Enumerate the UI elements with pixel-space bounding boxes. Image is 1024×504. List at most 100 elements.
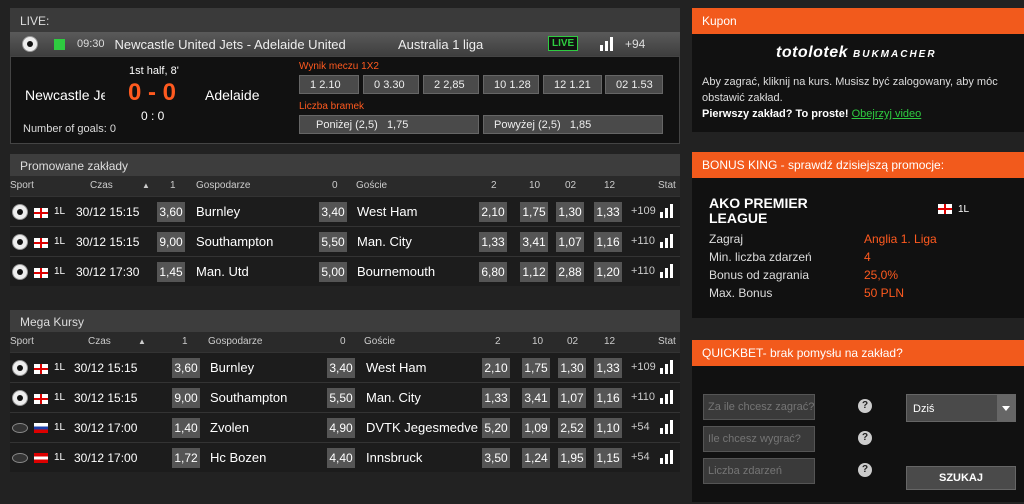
table-row[interactable]: 1L 30/12 17:30 1,45 5,00 6,80 1,12 2,88 1,20 Man…: [10, 256, 680, 286]
odd-cell-o0[interactable]: 4,40: [327, 448, 355, 468]
odd-cell-o0[interactable]: 3,40: [327, 358, 355, 378]
odd-button-02[interactable]: 02 1.53: [605, 75, 663, 94]
odd-cell-o2[interactable]: 5,20: [482, 418, 510, 438]
more-markets-count[interactable]: +54: [631, 421, 650, 433]
odd-cell-o1[interactable]: 1,72: [172, 448, 200, 468]
help-icon[interactable]: ?: [858, 399, 872, 413]
more-markets-count[interactable]: +54: [631, 451, 650, 463]
football-icon: [12, 204, 28, 220]
search-button[interactable]: SZUKAJ: [906, 466, 1016, 490]
sort-icon[interactable]: ▲: [142, 181, 150, 190]
odd-cell-o1[interactable]: 9,00: [172, 388, 200, 408]
under-button[interactable]: Poniżej (2,5) 1,75: [299, 115, 479, 134]
over-button[interactable]: Powyżej (2,5) 1,85: [483, 115, 663, 134]
col-czas[interactable]: Czas: [88, 336, 111, 347]
odd-cell-o12[interactable]: 1,15: [594, 448, 622, 468]
odd-cell-o10[interactable]: 3,41: [522, 388, 550, 408]
odd-cell-o1[interactable]: 9,00: [157, 232, 185, 252]
odd-cell-o10[interactable]: 1,09: [522, 418, 550, 438]
table-row[interactable]: 1L 30/12 15:15 9,00 5,50 1,33 3,41 1,07 1,16 Sou…: [10, 226, 680, 256]
odd-cell-o10[interactable]: 1,75: [520, 202, 548, 222]
odd-cell-o02[interactable]: 2,88: [556, 262, 584, 282]
stats-icon[interactable]: [660, 360, 673, 374]
bonus-label: Max. Bonus: [709, 286, 773, 300]
stats-icon[interactable]: [600, 37, 613, 51]
odd-cell-o02[interactable]: 1,95: [558, 448, 586, 468]
odd-button-2[interactable]: 2 2,85: [423, 75, 479, 94]
events-input[interactable]: [703, 458, 815, 484]
odd-cell-o1[interactable]: 1,45: [157, 262, 185, 282]
odd-cell-o0[interactable]: 5,50: [319, 232, 347, 252]
odd-cell-o0[interactable]: 4,90: [327, 418, 355, 438]
more-markets-count[interactable]: +109: [631, 205, 656, 217]
stats-icon[interactable]: [660, 420, 673, 434]
home-team: Newcastle Jets: [25, 87, 105, 103]
col-czas[interactable]: Czas: [90, 180, 113, 191]
odd-cell-o2[interactable]: 1,33: [482, 388, 510, 408]
odd-cell-o12[interactable]: 1,33: [594, 358, 622, 378]
win-input[interactable]: [703, 426, 815, 452]
odd-cell-o10[interactable]: 1,24: [522, 448, 550, 468]
odd-button-0[interactable]: 0 3.30: [363, 75, 419, 94]
odd-cell-o02[interactable]: 1,07: [558, 388, 586, 408]
more-markets-count[interactable]: +110: [631, 235, 655, 247]
first-bet-text: Pierwszy zakład? To proste!: [702, 108, 849, 120]
stats-icon[interactable]: [660, 204, 673, 218]
more-markets-count[interactable]: +109: [631, 361, 656, 373]
odd-cell-o2[interactable]: 6,80: [479, 262, 507, 282]
more-markets-count[interactable]: +94: [625, 37, 645, 51]
odd-button-10[interactable]: 10 1.28: [483, 75, 539, 94]
league-label: 1L: [54, 392, 66, 403]
stats-icon[interactable]: [660, 390, 673, 404]
odd-cell-o1[interactable]: 3,60: [157, 202, 185, 222]
stake-input[interactable]: [703, 394, 815, 420]
mega-rows: 1L 30/12 15:15 3,60 3,40 2,10 1,75 1,30 1,33 Bur…: [10, 352, 680, 472]
chevron-down-icon[interactable]: [997, 395, 1015, 421]
more-markets-count[interactable]: +110: [631, 391, 655, 403]
odd-cell-o0[interactable]: 3,40: [319, 202, 347, 222]
wynik-label: Wynik meczu 1X2: [299, 61, 379, 72]
live-match-title[interactable]: Newcastle United Jets - Adelaide United: [115, 37, 346, 52]
odd-cell-o12[interactable]: 1,20: [594, 262, 622, 282]
help-icon[interactable]: ?: [858, 463, 872, 477]
odd-cell-o2[interactable]: 1,33: [479, 232, 507, 252]
live-match-row[interactable]: 09:30 Newcastle United Jets - Adelaide U…: [10, 32, 680, 56]
match-score: 0 - 0: [128, 79, 177, 106]
table-row[interactable]: 1L 30/12 15:15 3,60 3,40 2,10 1,75 1,30 1,33 Bur…: [10, 352, 680, 382]
stats-icon[interactable]: [660, 234, 673, 248]
sort-icon[interactable]: ▲: [138, 337, 146, 346]
table-row[interactable]: 1L 30/12 17:00 1,40 4,90 5,20 1,09 2,52 1,10 Zvo…: [10, 412, 680, 442]
odd-cell-o12[interactable]: 1,16: [594, 232, 622, 252]
odd-cell-o02[interactable]: 1,30: [556, 202, 584, 222]
table-row[interactable]: 1L 30/12 17:00 1,72 4,40 3,50 1,24 1,95 1,15 Hc …: [10, 442, 680, 472]
odd-cell-o12[interactable]: 1,16: [594, 388, 622, 408]
period-select[interactable]: Dziś: [906, 394, 1016, 422]
video-link[interactable]: Obejrzyj video: [852, 108, 922, 120]
odd-button-12[interactable]: 12 1.21: [543, 75, 602, 94]
odd-cell-o0[interactable]: 5,00: [319, 262, 347, 282]
odd-name: 2: [434, 78, 441, 91]
odd-cell-o1[interactable]: 1,40: [172, 418, 200, 438]
table-row[interactable]: 1L 30/12 15:15 3,60 3,40 2,10 1,75 1,30 1,33 Bur…: [10, 196, 680, 226]
table-row[interactable]: 1L 30/12 15:15 9,00 5,50 1,33 3,41 1,07 1,16 Sou…: [10, 382, 680, 412]
help-icon[interactable]: ?: [858, 431, 872, 445]
odd-cell-o0[interactable]: 5,50: [327, 388, 355, 408]
odd-cell-o2[interactable]: 2,10: [479, 202, 507, 222]
odd-cell-o2[interactable]: 2,10: [482, 358, 510, 378]
odd-cell-o10[interactable]: 1,75: [522, 358, 550, 378]
odd-cell-o2[interactable]: 3,50: [482, 448, 510, 468]
stats-icon[interactable]: [660, 450, 673, 464]
odd-cell-o10[interactable]: 1,12: [520, 262, 548, 282]
odd-cell-o02[interactable]: 1,07: [556, 232, 584, 252]
odd-cell-o02[interactable]: 1,30: [558, 358, 586, 378]
col-stat: Stat: [658, 180, 676, 191]
odd-button-1[interactable]: 1 2.10: [299, 75, 359, 94]
odd-cell-o1[interactable]: 3,60: [172, 358, 200, 378]
away-team: Adelaide: [205, 87, 260, 103]
stats-icon[interactable]: [660, 264, 673, 278]
odd-cell-o12[interactable]: 1,33: [594, 202, 622, 222]
odd-cell-o02[interactable]: 2,52: [558, 418, 586, 438]
odd-cell-o10[interactable]: 3,41: [520, 232, 548, 252]
odd-cell-o12[interactable]: 1,10: [594, 418, 622, 438]
more-markets-count[interactable]: +110: [631, 265, 655, 277]
